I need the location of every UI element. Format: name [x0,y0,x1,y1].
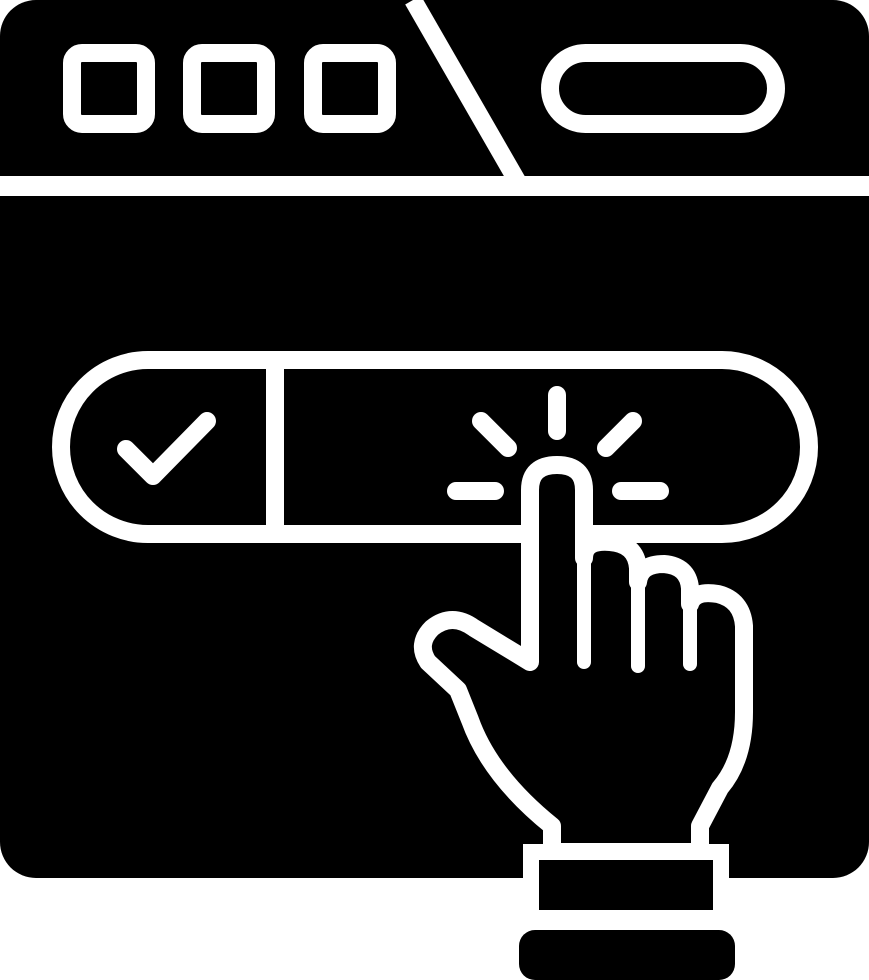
browser-click-toggle-illustration [0,0,869,980]
sleeve-cuff [523,844,729,926]
header-divider [0,176,869,196]
browser-window-icon [0,0,869,980]
sleeve [519,930,735,980]
toggle-switch-icon[interactable] [52,351,818,543]
